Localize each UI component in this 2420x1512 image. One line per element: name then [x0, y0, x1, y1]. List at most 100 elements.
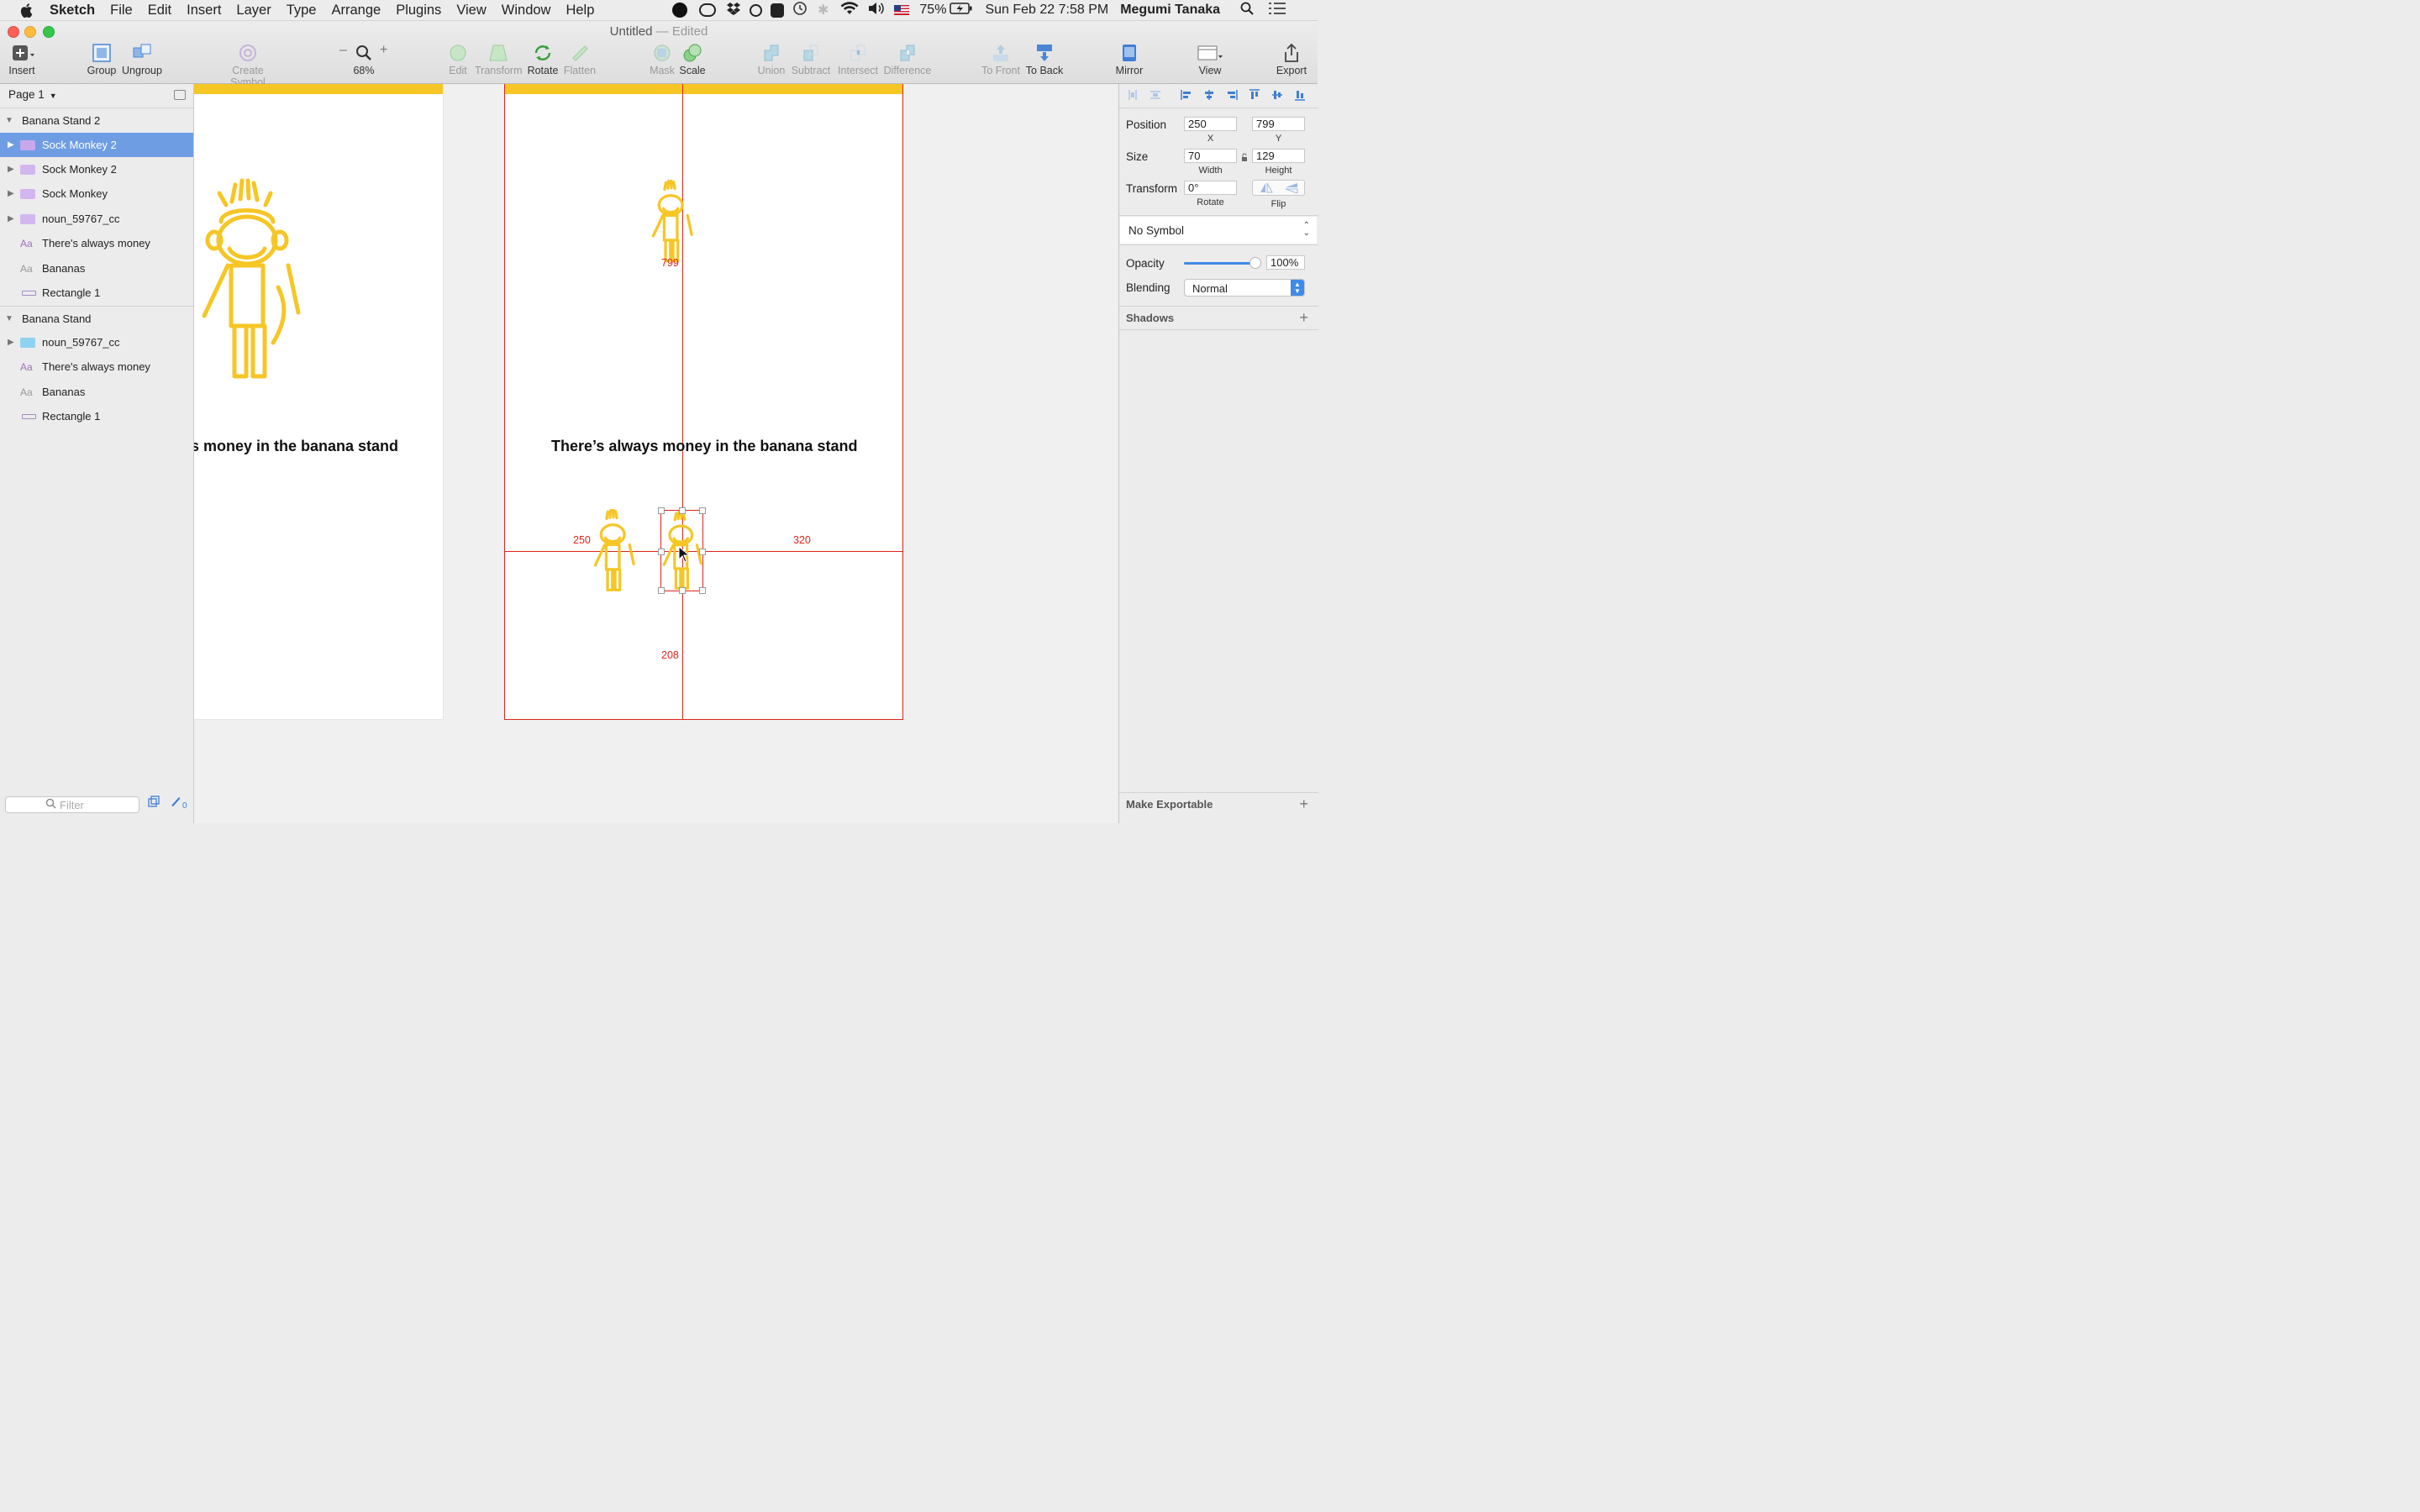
disclosure-open-icon[interactable]: ▼ — [5, 116, 13, 125]
difference-button[interactable]: Difference — [883, 43, 932, 76]
layer-row[interactable]: Rectangle 1 — [0, 404, 193, 428]
layer-row[interactable]: Aa There's always money — [0, 354, 193, 379]
wifi-icon[interactable] — [840, 1, 859, 19]
resize-handle[interactable] — [699, 507, 706, 514]
zoom-level[interactable]: 68% — [353, 65, 374, 76]
width-field[interactable]: 70 — [1184, 149, 1237, 163]
menu-edit[interactable]: Edit — [140, 3, 179, 18]
add-export-button[interactable]: + — [1299, 795, 1308, 813]
user-name[interactable]: Megumi Tanaka — [1120, 3, 1220, 18]
resize-handle[interactable] — [699, 549, 706, 555]
layer-row[interactable]: ▶ Sock Monkey 2 — [0, 157, 193, 181]
page-selector[interactable]: Page 1 ▼ — [8, 88, 57, 101]
layer-row[interactable]: Aa Bananas — [0, 256, 193, 281]
opacity-field[interactable]: 100% — [1266, 255, 1305, 270]
menu-plugins[interactable]: Plugins — [388, 3, 449, 18]
menu-view[interactable]: View — [449, 3, 493, 18]
ungroup-button[interactable]: Ungroup — [121, 43, 163, 76]
rotate-button[interactable]: Rotate — [526, 43, 560, 76]
resize-handle[interactable] — [658, 507, 665, 514]
align-left-icon[interactable] — [1181, 89, 1192, 101]
bluetooth-icon[interactable]: ✱ — [818, 2, 829, 18]
time-machine-icon[interactable] — [792, 1, 808, 20]
export-button[interactable]: Export — [1274, 43, 1309, 76]
disclosure-closed-icon[interactable]: ▶ — [8, 338, 14, 347]
align-bottom-icon[interactable] — [1294, 89, 1306, 101]
clock[interactable]: Sun Feb 22 7:58 PM — [985, 3, 1108, 18]
evernote-icon[interactable] — [771, 3, 784, 18]
menu-app-name[interactable]: Sketch — [42, 3, 103, 18]
mirror-button[interactable]: Mirror — [1111, 43, 1148, 76]
zoom-out-icon[interactable]: – — [339, 43, 347, 58]
chat-bubble-icon[interactable] — [672, 3, 687, 18]
disclosure-closed-icon[interactable]: ▶ — [8, 165, 14, 174]
disclosure-closed-icon[interactable]: ▶ — [8, 189, 14, 198]
layer-row-selected[interactable]: ▶ Sock Monkey 2 — [0, 133, 193, 157]
align-center-horizontal-icon[interactable] — [1203, 89, 1215, 101]
disclosure-open-icon[interactable]: ▼ — [5, 314, 13, 323]
disclosure-closed-icon[interactable]: ▶ — [8, 140, 14, 150]
view-button[interactable]: View — [1193, 43, 1227, 76]
insert-button[interactable]: Insert — [5, 43, 39, 76]
opacity-slider[interactable] — [1184, 257, 1261, 269]
resize-handle[interactable] — [658, 549, 665, 555]
blending-select[interactable]: Normal ▲ ▼ — [1184, 279, 1305, 297]
apple-menu-icon[interactable] — [18, 2, 34, 18]
menu-help[interactable]: Help — [558, 3, 602, 18]
dropbox-icon[interactable] — [726, 2, 741, 19]
layer-row[interactable]: Aa There's always money — [0, 231, 193, 255]
spotlight-search-icon[interactable] — [1240, 2, 1254, 19]
layer-row[interactable]: Aa Bananas — [0, 380, 193, 404]
menu-layer[interactable]: Layer — [229, 3, 278, 18]
distribute-horizontal-icon[interactable] — [1127, 89, 1139, 101]
layer-row[interactable]: ▶ noun_59767_cc — [0, 330, 193, 354]
scale-button[interactable]: Scale — [677, 43, 708, 76]
make-exportable-label[interactable]: Make Exportable — [1126, 798, 1213, 811]
position-y-field[interactable]: 799 — [1252, 117, 1305, 131]
to-front-button[interactable]: To Front — [980, 43, 1022, 76]
menu-insert[interactable]: Insert — [179, 3, 229, 18]
lock-proportions-icon[interactable] — [1241, 151, 1248, 166]
canvas[interactable]: s money in the banana stand There’s alwa… — [194, 84, 1118, 823]
align-right-icon[interactable] — [1226, 89, 1238, 101]
group-button[interactable]: Group — [85, 43, 118, 76]
create-symbol-button[interactable]: Create Symbol — [213, 43, 282, 88]
flip-horizontal-icon[interactable] — [1260, 182, 1273, 193]
symbols-filter-icon[interactable] — [148, 795, 160, 811]
add-shadow-button[interactable]: + — [1299, 309, 1308, 327]
flip-vertical-icon[interactable] — [1285, 182, 1298, 193]
subtract-button[interactable]: Subtract — [791, 43, 831, 76]
battery-charging-icon[interactable] — [950, 2, 973, 18]
sync-circle-icon[interactable] — [750, 3, 762, 17]
resize-handle[interactable] — [679, 587, 686, 594]
collapse-pages-button[interactable] — [174, 90, 186, 100]
creative-cloud-icon[interactable] — [699, 3, 716, 17]
notification-center-icon[interactable] — [1269, 2, 1286, 18]
volume-icon[interactable] — [867, 2, 886, 19]
menu-type[interactable]: Type — [279, 3, 324, 18]
menu-file[interactable]: File — [103, 3, 140, 18]
layer-group-banana-stand-2[interactable]: ▼ Banana Stand 2 — [0, 108, 193, 132]
edit-button[interactable]: Edit — [445, 43, 471, 76]
filter-input[interactable]: Filter — [5, 796, 139, 813]
union-button[interactable]: Union — [756, 43, 786, 76]
flatten-button[interactable]: Flatten — [561, 43, 598, 76]
zoom-in-icon[interactable]: + — [380, 43, 387, 58]
to-back-button[interactable]: To Back — [1023, 43, 1065, 76]
align-top-icon[interactable] — [1249, 89, 1260, 101]
artboard-banana-stand-2[interactable]: There’s always money in the banana stand — [504, 84, 903, 720]
mask-button[interactable]: Mask — [647, 43, 677, 76]
resize-handle[interactable] — [658, 587, 665, 594]
intersect-button[interactable]: Intersect — [836, 43, 880, 76]
align-middle-vertical-icon[interactable] — [1271, 89, 1283, 101]
layer-row[interactable]: ▶ noun_59767_cc — [0, 207, 193, 231]
resize-handle[interactable] — [679, 507, 686, 514]
distribute-vertical-icon[interactable] — [1150, 89, 1161, 101]
rotate-field[interactable]: 0° — [1184, 181, 1237, 195]
menu-window[interactable]: Window — [494, 3, 559, 18]
us-flag-icon[interactable] — [894, 5, 910, 15]
opacity-slider-knob[interactable] — [1249, 257, 1261, 269]
layer-group-banana-stand[interactable]: ▼ Banana Stand — [0, 306, 193, 330]
layer-row[interactable]: Rectangle 1 — [0, 281, 193, 305]
symbol-select[interactable]: No Symbol ⌃ ⌄ — [1120, 217, 1317, 244]
